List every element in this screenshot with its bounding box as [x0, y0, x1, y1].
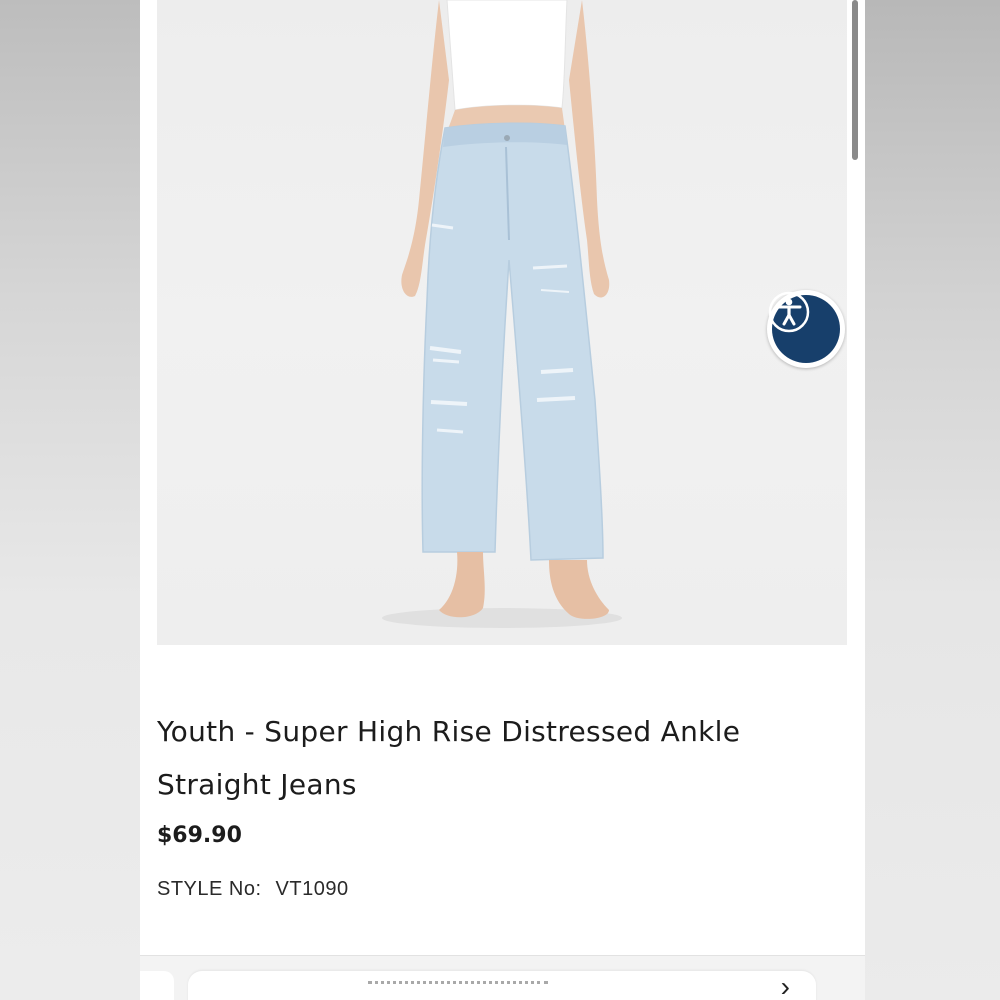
bottom-action-label-partial	[368, 981, 548, 990]
bottom-bar: ›	[140, 955, 865, 1000]
bottom-action-button[interactable]: ›	[188, 971, 816, 1000]
bottom-left-button[interactable]	[140, 971, 174, 1000]
jeans-photo-illustration	[382, 0, 622, 628]
arrow-right-icon: ›	[780, 971, 790, 1000]
product-image[interactable]	[157, 0, 847, 645]
accessibility-button[interactable]	[767, 290, 845, 368]
style-number-row: STYLE No: VT1090	[157, 878, 837, 901]
background-gutter-left	[0, 0, 140, 1000]
scrollbar[interactable]	[852, 0, 858, 160]
accessibility-icon	[768, 291, 840, 363]
product-page: Youth - Super High Rise Distressed Ankle…	[140, 0, 865, 1000]
style-number-value: VT1090	[275, 878, 349, 900]
product-info: Youth - Super High Rise Distressed Ankle…	[157, 705, 837, 901]
style-number-label: STYLE No:	[157, 878, 262, 900]
product-title: Youth - Super High Rise Distressed Ankle…	[157, 715, 741, 801]
background-gutter-right	[865, 0, 1000, 1000]
product-price: $69.90	[157, 823, 242, 848]
